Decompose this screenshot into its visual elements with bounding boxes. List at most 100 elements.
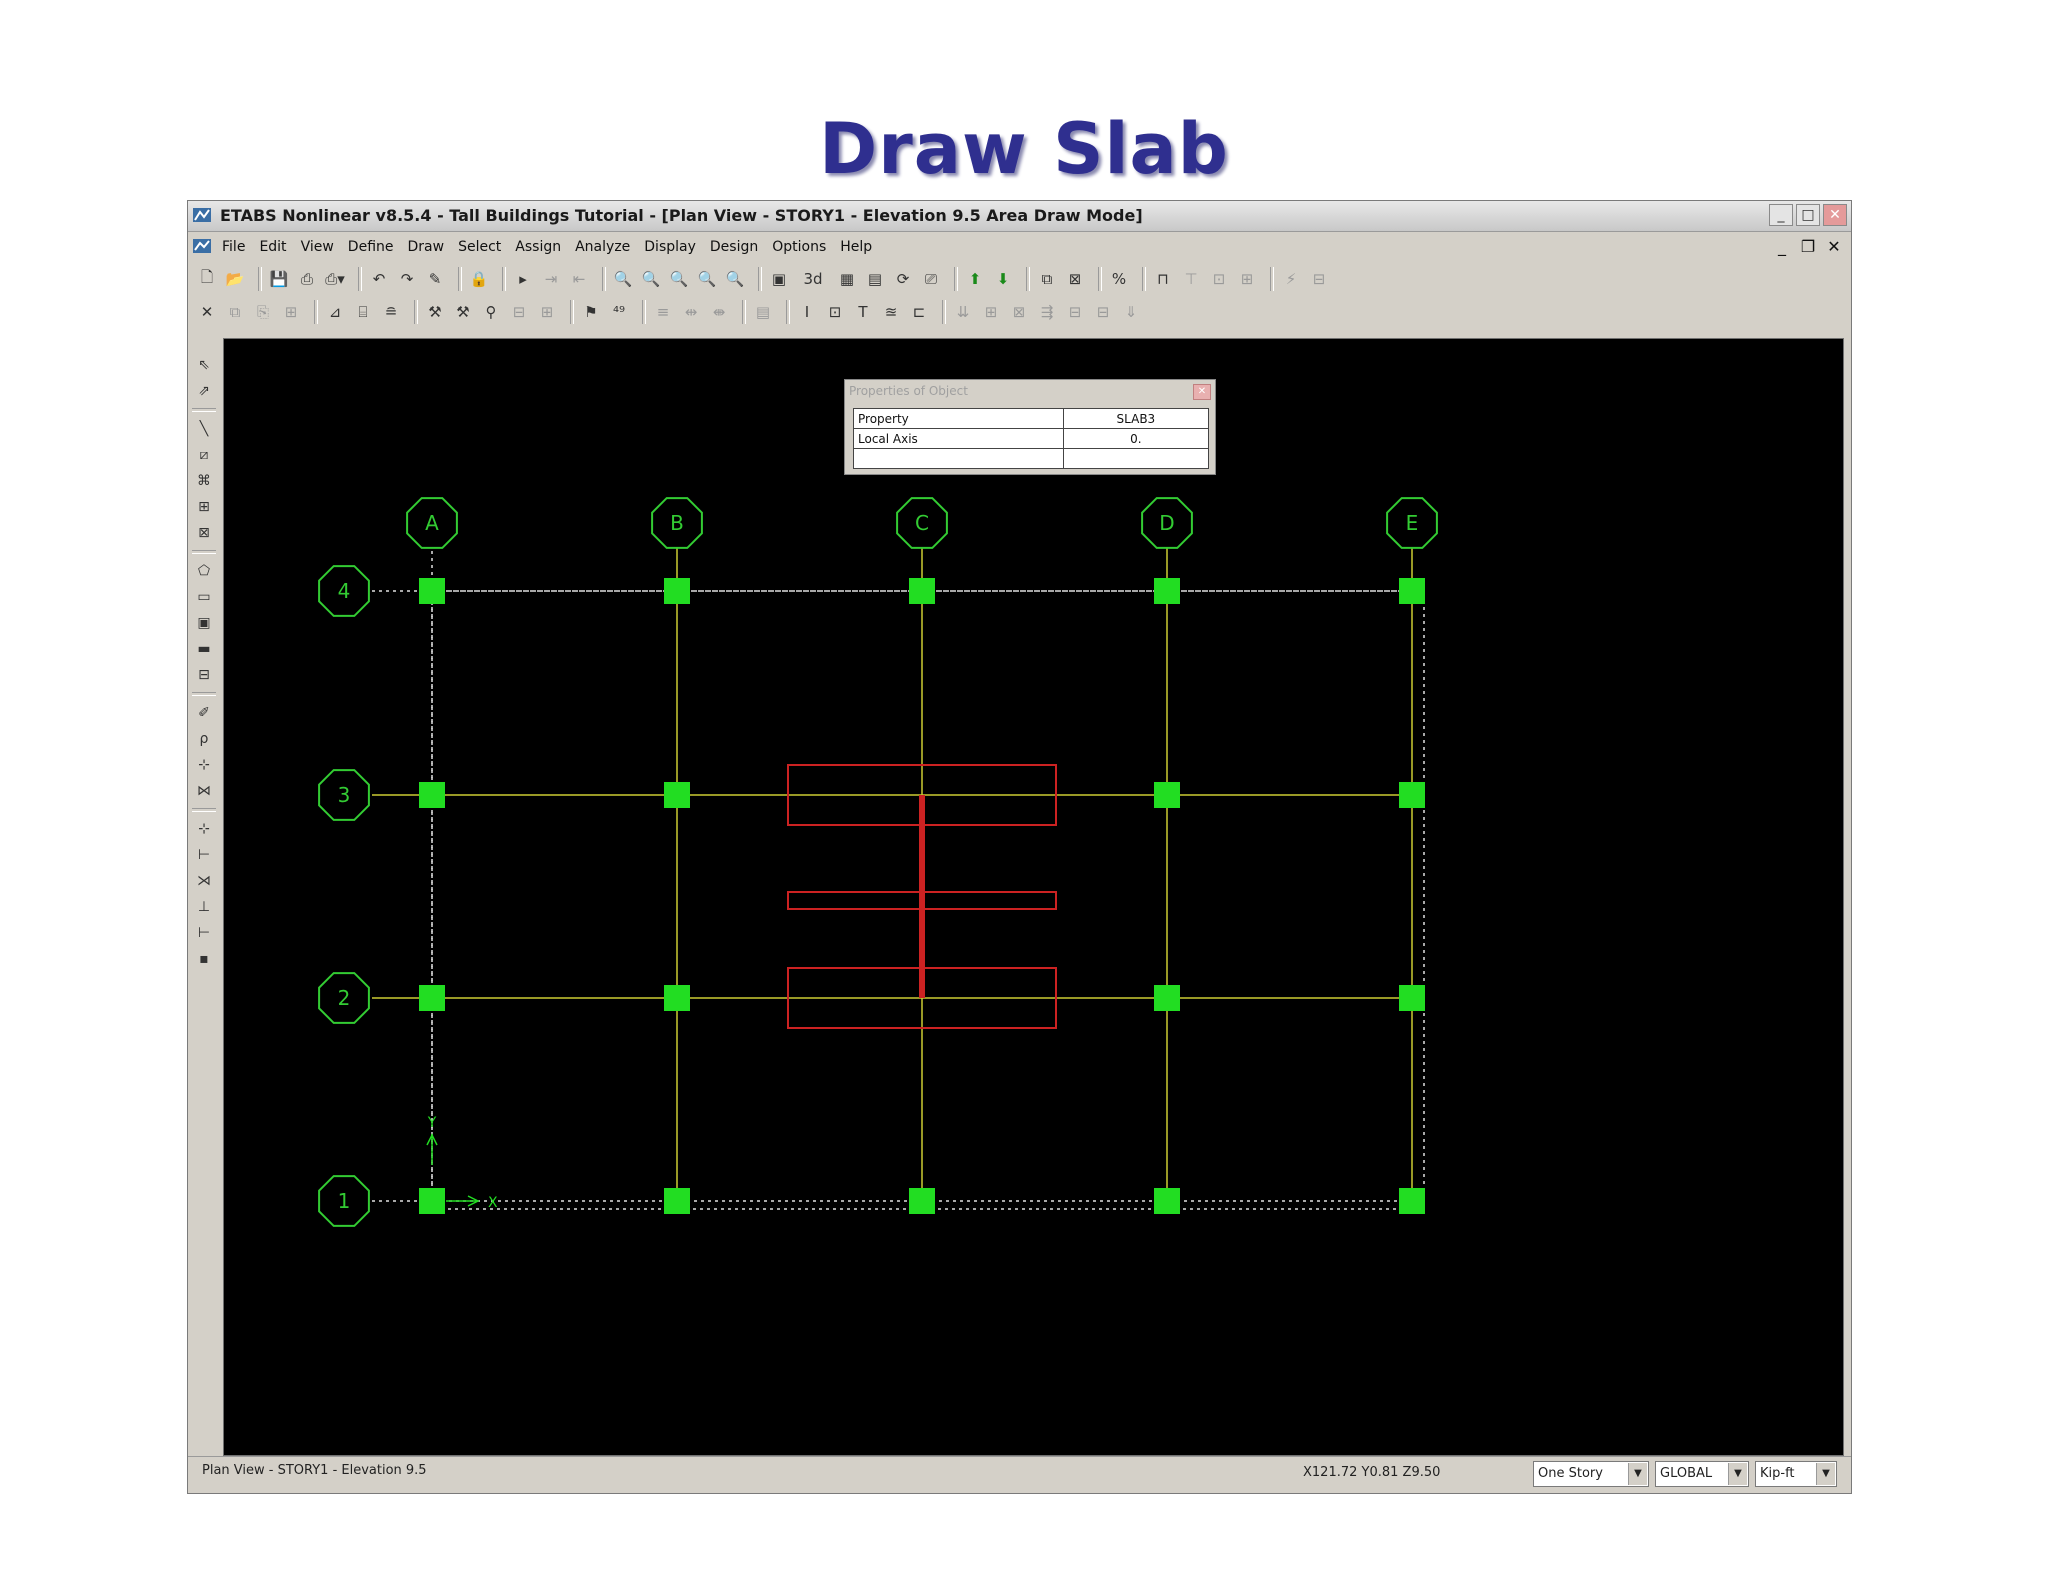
- pointer-icon[interactable]: ⇖: [192, 354, 216, 376]
- chevron-down-icon[interactable]: ▼: [1628, 1463, 1647, 1485]
- draw-columns-icon[interactable]: ⌘: [192, 470, 216, 492]
- draw-wall-icon[interactable]: ▬: [192, 638, 216, 660]
- copy-icon[interactable]: ⧉: [224, 301, 246, 323]
- diaphragm-icon[interactable]: ⊞: [536, 301, 558, 323]
- menu-options[interactable]: Options: [772, 239, 826, 255]
- create-area-click-icon[interactable]: ▣: [192, 612, 216, 634]
- maximize-button[interactable]: □: [1796, 204, 1820, 226]
- align-icon[interactable]: ≡: [652, 301, 674, 323]
- show-forces-icon[interactable]: ⊞: [1236, 268, 1258, 290]
- perspective-icon[interactable]: ⎚: [920, 268, 942, 290]
- snap-fine-grid-icon[interactable]: ▪: [192, 948, 216, 970]
- draw-beams-icon[interactable]: ⊞: [192, 496, 216, 518]
- percent-icon[interactable]: %: [1108, 268, 1130, 290]
- move-down-icon[interactable]: ⬇: [992, 268, 1014, 290]
- zoom-window-icon[interactable]: 🔍: [612, 268, 634, 290]
- spring-props-icon[interactable]: ⊟: [508, 301, 530, 323]
- material-icon[interactable]: ≘: [380, 301, 402, 323]
- snap-options-icon[interactable]: ⋈: [192, 780, 216, 802]
- units-select[interactable]: Kip-ft ▼: [1755, 1461, 1837, 1487]
- draw-dimension-icon[interactable]: ρ: [192, 728, 216, 750]
- draw-line-icon[interactable]: ╲: [192, 418, 216, 440]
- assign-load-1-icon[interactable]: ⇊: [952, 301, 974, 323]
- move-up-icon[interactable]: ⬆: [964, 268, 986, 290]
- menu-define[interactable]: Define: [348, 239, 394, 255]
- assign-load-4-icon[interactable]: ⇶: [1036, 301, 1058, 323]
- slab-assign-icon[interactable]: ≊: [880, 301, 902, 323]
- elevation-view-icon[interactable]: ▤: [864, 268, 886, 290]
- paste-icon[interactable]: ⎘: [252, 301, 274, 323]
- zoom-out-icon[interactable]: 🔍: [696, 268, 718, 290]
- pan-icon[interactable]: 🔍: [724, 268, 746, 290]
- local-axis-value[interactable]: 0.: [1062, 428, 1210, 449]
- draw-rectangular-area-icon[interactable]: ▭: [192, 586, 216, 608]
- open-file-icon[interactable]: 📂: [224, 268, 246, 290]
- assign-load-2-icon[interactable]: ⊞: [980, 301, 1002, 323]
- menu-file[interactable]: File: [222, 239, 245, 255]
- story-data-icon[interactable]: ⌸: [352, 301, 374, 323]
- minimize-button[interactable]: _: [1769, 204, 1793, 226]
- snap-lines-icon[interactable]: ⊢: [192, 922, 216, 944]
- default-view-icon[interactable]: ▣: [768, 268, 790, 290]
- snap-points-icon[interactable]: ⊹: [192, 818, 216, 840]
- menu-analyze[interactable]: Analyze: [575, 239, 630, 255]
- create-wall-icon[interactable]: ⊟: [192, 664, 216, 686]
- snap-intersections-icon[interactable]: ⋊: [192, 870, 216, 892]
- grid-edit-icon[interactable]: ⊿: [324, 301, 346, 323]
- join-icon[interactable]: ⇼: [708, 301, 730, 323]
- delete-icon[interactable]: ✕: [196, 301, 218, 323]
- chevron-down-icon[interactable]: ▼: [1816, 1463, 1835, 1485]
- rotate-view-icon[interactable]: ⟳: [892, 268, 914, 290]
- document-icon[interactable]: [192, 238, 212, 254]
- zoom-in-icon[interactable]: 🔍: [668, 268, 690, 290]
- run-construction-icon[interactable]: ⇥: [540, 268, 562, 290]
- set-display-icon[interactable]: ⊠: [1064, 268, 1086, 290]
- assign-load-3-icon[interactable]: ⊠: [1008, 301, 1030, 323]
- divide-icon[interactable]: ⇹: [680, 301, 702, 323]
- popup-close-button[interactable]: ✕: [1193, 384, 1211, 400]
- assign-load-7-icon[interactable]: ⇓: [1120, 301, 1142, 323]
- mdi-close-button[interactable]: ✕: [1823, 236, 1845, 258]
- edit-area-icon[interactable]: ▤: [752, 301, 774, 323]
- snap-perpendicular-icon[interactable]: ⊥: [192, 896, 216, 918]
- run-options-icon[interactable]: ⇤: [568, 268, 590, 290]
- menu-display[interactable]: Display: [644, 239, 696, 255]
- load-cases-icon[interactable]: ⚑: [580, 301, 602, 323]
- show-loads-icon[interactable]: ⊤: [1180, 268, 1202, 290]
- draw-area-icon[interactable]: ⬠: [192, 560, 216, 582]
- story-select[interactable]: One Story ▼: [1533, 1461, 1649, 1487]
- save-icon[interactable]: 💾: [268, 268, 290, 290]
- mdi-restore-button[interactable]: ❐: [1797, 236, 1819, 258]
- menu-select[interactable]: Select: [458, 239, 501, 255]
- menu-draw[interactable]: Draw: [408, 239, 445, 255]
- beam-assign-icon[interactable]: T: [852, 301, 874, 323]
- reshape-icon[interactable]: ⇗: [192, 380, 216, 402]
- coord-system-select[interactable]: GLOBAL ▼: [1655, 1461, 1749, 1487]
- refresh-icon[interactable]: ✎: [424, 268, 446, 290]
- draw-secondary-beams-icon[interactable]: ⊠: [192, 522, 216, 544]
- menu-assign[interactable]: Assign: [515, 239, 561, 255]
- lock-icon[interactable]: 🔒: [468, 268, 490, 290]
- view-3d-button[interactable]: 3d: [796, 268, 830, 290]
- menu-design[interactable]: Design: [710, 239, 758, 255]
- restore-view-icon[interactable]: 🔍: [640, 268, 662, 290]
- menu-help[interactable]: Help: [840, 239, 872, 255]
- frame-sections-icon[interactable]: ⚒: [424, 301, 446, 323]
- wall-sections-icon[interactable]: ⚒: [452, 301, 474, 323]
- snap-ends-icon[interactable]: ⊢: [192, 844, 216, 866]
- show-deformed-icon[interactable]: ⊡: [1208, 268, 1230, 290]
- new-file-icon[interactable]: 🗋: [196, 268, 218, 290]
- print-options-icon[interactable]: ⎙▾: [324, 268, 346, 290]
- redo-icon[interactable]: ↷: [396, 268, 418, 290]
- print-icon[interactable]: ⎙: [296, 268, 318, 290]
- show-undeformed-icon[interactable]: ⊓: [1152, 268, 1174, 290]
- undo-icon[interactable]: ↶: [368, 268, 390, 290]
- assign-load-5-icon[interactable]: ⊟: [1064, 301, 1086, 323]
- chevron-down-icon[interactable]: ▼: [1728, 1463, 1747, 1485]
- close-button[interactable]: ✕: [1823, 204, 1847, 226]
- pier-assign-icon[interactable]: ⊏: [908, 301, 930, 323]
- menu-view[interactable]: View: [301, 239, 334, 255]
- plan-view-icon[interactable]: ▦: [836, 268, 858, 290]
- plan-view-canvas[interactable]: A B C D E 4 3 2 1 Y X Properties of Object ✕ Prope…: [223, 338, 1844, 1456]
- draw-section-cut-icon[interactable]: ✐: [192, 702, 216, 724]
